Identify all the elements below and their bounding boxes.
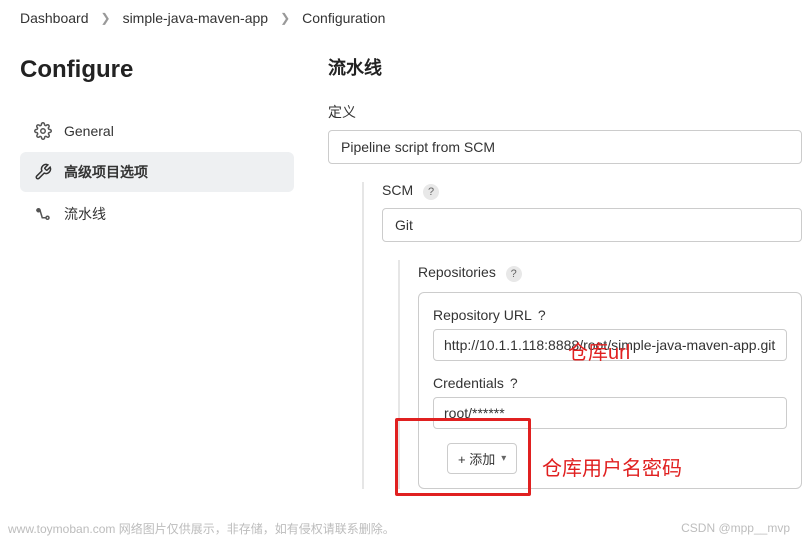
help-icon[interactable]: ?: [538, 307, 546, 323]
wrench-icon: [34, 163, 52, 181]
sidebar-item-label: 流水线: [64, 204, 106, 224]
watermark-left: www.toymoban.com 网络图片仅供展示，非存储，如有侵权请联系删除。: [8, 520, 395, 537]
definition-select[interactable]: Pipeline script from SCM: [328, 130, 802, 164]
repo-url-label: Repository URL ?: [433, 307, 787, 323]
chevron-down-icon: ▾: [501, 453, 506, 464]
pipeline-icon: [34, 205, 52, 223]
page-title: Configure: [20, 56, 294, 84]
help-icon[interactable]: ?: [510, 375, 518, 391]
sidebar-item-label: General: [64, 123, 114, 139]
section-title: 流水线: [328, 54, 802, 80]
breadcrumb-item[interactable]: Configuration: [302, 10, 385, 26]
breadcrumb-item[interactable]: Dashboard: [20, 10, 89, 26]
credentials-label: Credentials ?: [433, 375, 787, 391]
sidebar: Configure General 高级项目选项 流水线: [0, 36, 310, 489]
main-content: 流水线 定义 Pipeline script from SCM SCM ? Gi…: [310, 36, 802, 489]
sidebar-item-label: 高级项目选项: [64, 162, 148, 182]
help-icon[interactable]: ?: [506, 266, 522, 282]
chevron-right-icon: ❯: [280, 11, 290, 25]
annotation-credentials: 仓库用户名密码: [542, 452, 682, 481]
scm-label: SCM ?: [382, 182, 802, 200]
annotation-url: 仓库url: [568, 336, 630, 365]
help-icon[interactable]: ?: [423, 184, 439, 200]
sidebar-item-general[interactable]: General: [20, 112, 294, 150]
scm-select[interactable]: Git: [382, 208, 802, 242]
repositories-label: Repositories ?: [418, 264, 802, 282]
gear-icon: [34, 122, 52, 140]
chevron-right-icon: ❯: [101, 11, 111, 25]
definition-label: 定义: [328, 102, 802, 122]
breadcrumb-item[interactable]: simple-java-maven-app: [123, 10, 269, 26]
sidebar-item-advanced[interactable]: 高级项目选项: [20, 152, 294, 192]
credentials-select[interactable]: root/******: [433, 397, 787, 429]
breadcrumb: Dashboard ❯ simple-java-maven-app ❯ Conf…: [0, 0, 802, 36]
watermark-right: CSDN @mpp__mvp: [681, 521, 790, 535]
add-button[interactable]: + 添加 ▾: [447, 443, 517, 474]
sidebar-item-pipeline[interactable]: 流水线: [20, 194, 294, 234]
